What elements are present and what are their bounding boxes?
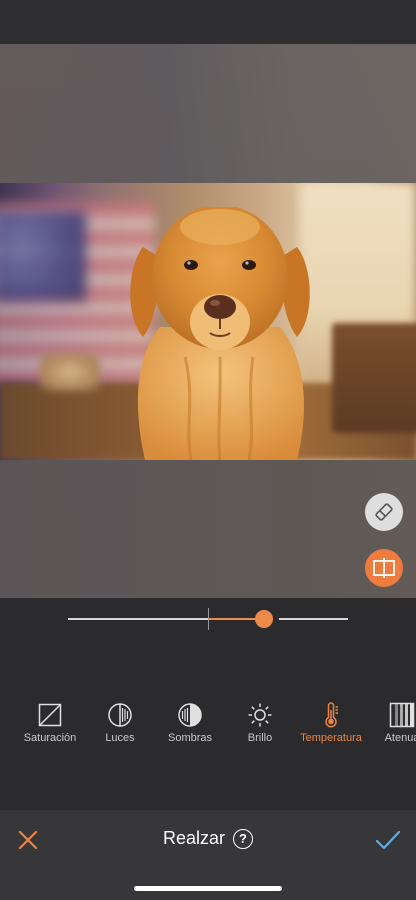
confirm-button[interactable] [374,826,402,854]
shadows-icon [177,702,203,728]
checkmark-icon [375,830,401,850]
brightness-sun-icon [247,702,273,728]
tool-label: Sombras [167,732,213,744]
slider-handle[interactable] [255,610,273,628]
tool-label: Luces [105,732,135,744]
bottom-action-bar: Realzar ? [0,810,416,900]
tool-label: Saturación [23,732,77,744]
tool-shadows[interactable]: Sombras [150,702,230,744]
eraser-icon [375,503,393,521]
tool-temperature[interactable]: Temperatura [291,702,371,744]
blurred-cabinet [332,323,416,433]
highlights-icon [107,702,133,728]
tool-label: Brillo [247,732,273,744]
status-bar [0,0,416,44]
compare-button[interactable] [365,549,403,587]
tool-label: Atenua [384,732,416,744]
photo-canvas[interactable] [0,44,416,598]
slider-center-gap [273,616,279,622]
blurred-background-bottom [0,460,416,598]
golden-retriever [130,207,310,460]
saturation-icon [37,702,63,728]
tool-brightness[interactable]: Brillo [220,702,300,744]
screen-title-group: Realzar ? [0,828,416,849]
tool-saturation[interactable]: Saturación [10,702,90,744]
blurred-background-top [0,44,416,183]
dog-photo[interactable] [0,183,416,460]
tool-highlights[interactable]: Luces [80,702,160,744]
compare-split-icon [373,558,395,578]
tool-fade[interactable]: Atenua [362,702,416,744]
home-indicator [134,886,282,891]
eraser-button[interactable] [365,493,403,531]
help-icon[interactable]: ? [233,828,254,849]
screen-title: Realzar [162,828,226,848]
thermometer-icon [318,702,344,728]
blurred-pot [40,353,100,391]
blurred-flag-canton [0,211,86,301]
slider-neutral-marker [208,608,209,630]
fade-icon [389,702,415,728]
temperature-slider[interactable] [68,608,348,630]
tool-strip[interactable]: Saturación Luces Sombras Brillo Temperat… [0,702,416,748]
tool-label: Temperatura [300,732,362,744]
adjustment-panel: Saturación Luces Sombras Brillo Temperat… [0,598,416,810]
